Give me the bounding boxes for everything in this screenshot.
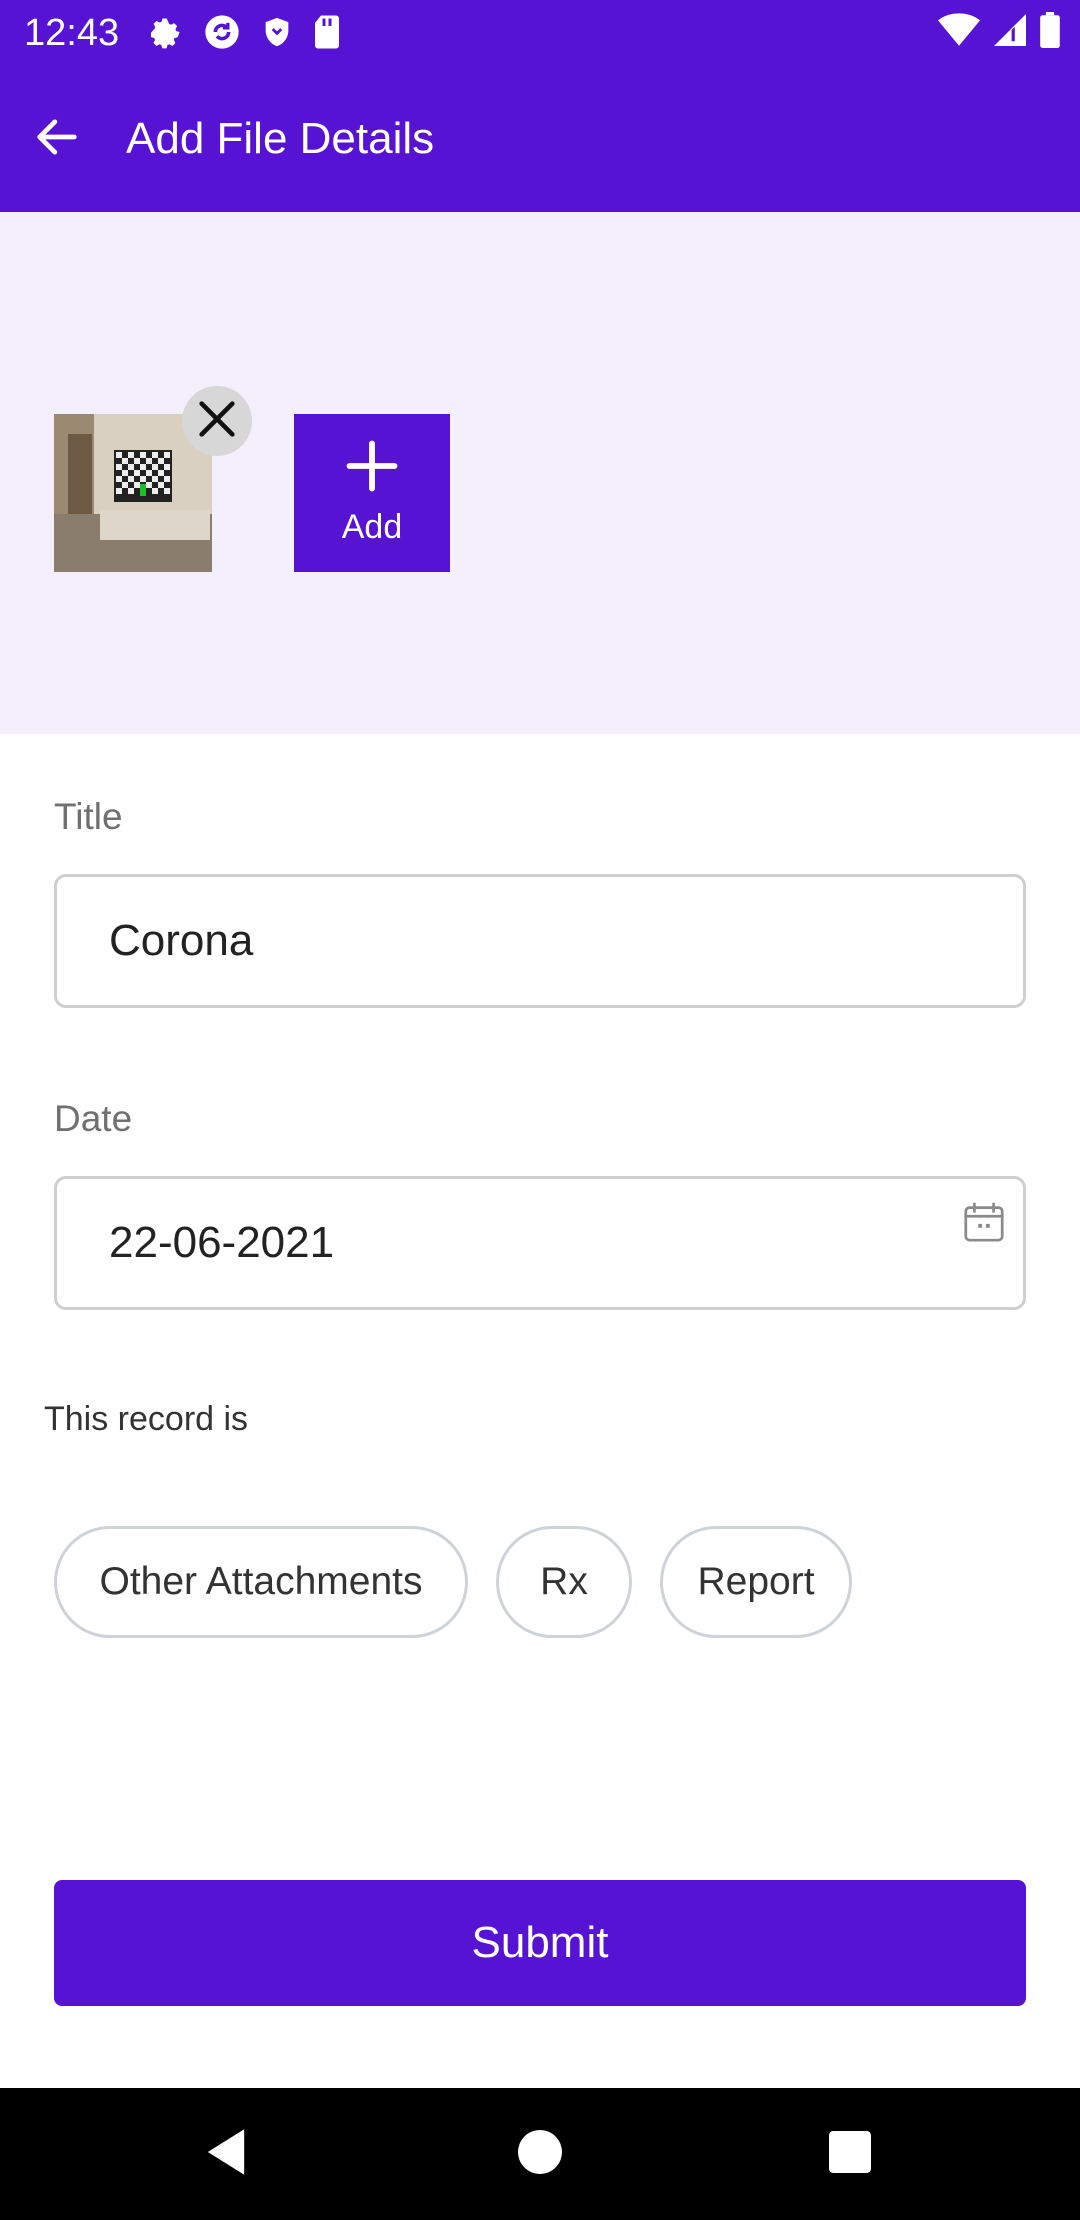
shield-icon: [260, 14, 294, 50]
page-title: Add File Details: [126, 114, 435, 163]
status-time: 12:43: [24, 12, 120, 54]
back-button[interactable]: [24, 106, 90, 172]
status-icons-right: [938, 12, 1060, 48]
calendar-icon[interactable]: [961, 1199, 1007, 1256]
add-attachment-button[interactable]: Add: [294, 414, 450, 572]
back-triangle-icon: [203, 2127, 249, 2182]
home-circle-icon: [518, 2129, 562, 2179]
date-input[interactable]: 22-06-2021: [54, 1176, 1026, 1310]
chip-rx[interactable]: Rx: [496, 1526, 632, 1638]
record-type-chips: Other Attachments Rx Report: [54, 1526, 852, 1638]
status-icons-left: [148, 12, 342, 52]
attachments-area: Add: [0, 212, 1080, 734]
submit-button[interactable]: Submit: [54, 1880, 1026, 2006]
cellular-signal-icon: [994, 13, 1026, 47]
title-label: Title: [54, 796, 123, 837]
recents-square-icon: [829, 2130, 871, 2178]
nav-back-button[interactable]: [196, 2124, 256, 2184]
record-type-label: This record is: [44, 1400, 249, 1438]
nav-recents-button[interactable]: [820, 2124, 880, 2184]
settings-icon: [148, 14, 184, 50]
arrow-back-icon: [31, 111, 83, 168]
title-input[interactable]: Corona: [54, 874, 1026, 1008]
date-input-value: 22-06-2021: [109, 1218, 335, 1267]
system-nav-bar: [0, 2088, 1080, 2220]
nav-home-button[interactable]: [510, 2124, 570, 2184]
add-attachment-label: Add: [341, 508, 403, 546]
plus-icon: [345, 439, 399, 498]
battery-icon: [1040, 12, 1060, 48]
sd-card-icon: [312, 14, 342, 50]
title-input-value: Corona: [109, 916, 254, 965]
app-bar: Add File Details: [0, 66, 1080, 212]
chip-report[interactable]: Report: [660, 1526, 852, 1638]
remove-attachment-button[interactable]: [182, 386, 252, 456]
app-root: 12:43 Add File Details Add Title Corona …: [0, 0, 1080, 2220]
close-icon: [194, 396, 240, 447]
wifi-icon: [938, 12, 980, 48]
sync-icon: [202, 12, 242, 52]
status-bar: 12:43: [0, 0, 1080, 66]
chip-other-attachments[interactable]: Other Attachments: [54, 1526, 468, 1638]
date-label: Date: [54, 1098, 133, 1139]
